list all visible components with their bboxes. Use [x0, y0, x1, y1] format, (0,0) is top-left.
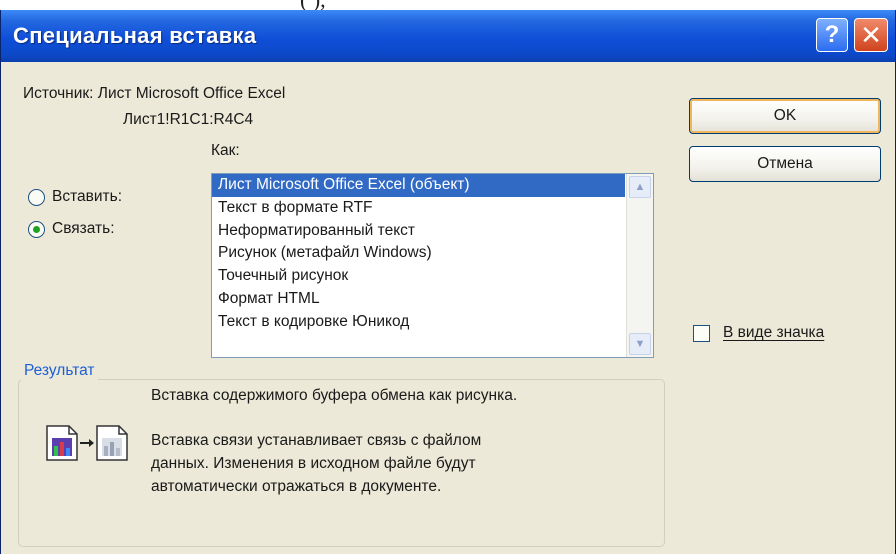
radio-link-button[interactable] [28, 221, 45, 238]
scroll-up-button[interactable]: ▲ [629, 176, 651, 198]
close-icon: ✕ [860, 19, 882, 50]
linked-picture-icon [96, 425, 128, 461]
source-label: Источник: Лист Microsoft Office Excel [23, 85, 286, 102]
format-list-item[interactable]: Точечный рисунок [212, 265, 625, 288]
help-button[interactable]: ? [816, 18, 848, 52]
help-icon: ? [824, 21, 840, 48]
format-list-item[interactable]: Неформатированный текст [212, 220, 625, 243]
as-icon-label: В виде значка [723, 324, 825, 341]
format-list-item[interactable]: Текст в кодировке Юникод [212, 311, 625, 334]
format-list-item[interactable]: Текст в формате RTF [212, 197, 625, 220]
paste-special-dialog: Специальная вставка ? ✕ Источник: Лист M… [0, 10, 896, 554]
result-line: автоматически отражаться в документе. [151, 478, 442, 495]
result-line: данных. Изменения в исходном файле будут [151, 455, 476, 472]
cancel-button[interactable]: Отмена [689, 146, 881, 182]
listbox-scrollbar[interactable]: ▲ ▼ [626, 174, 653, 357]
close-button[interactable]: ✕ [854, 18, 888, 52]
format-list-item[interactable]: Рисунок (метафайл Windows) [212, 242, 625, 265]
result-title: Результат [21, 362, 98, 380]
dialog-title: Специальная вставка [13, 23, 257, 48]
chevron-down-icon: ▼ [634, 338, 646, 350]
arrow-right-icon [80, 439, 94, 447]
scroll-down-button[interactable]: ▼ [629, 333, 651, 355]
paste-link-icon [46, 425, 128, 461]
as-icon-checkbox[interactable] [693, 325, 710, 342]
result-line: Вставка связи устанавливает связь с файл… [151, 432, 482, 449]
radio-selected-dot [33, 226, 40, 233]
ok-button[interactable]: OK [689, 98, 881, 134]
format-listbox[interactable]: Лист Microsoft Office Excel (объект) Тек… [211, 173, 654, 358]
radio-paste-label: Вставить: [52, 188, 123, 205]
as-label: Как: [211, 142, 240, 159]
result-line: Вставка содержимого буфера обмена как ри… [151, 387, 518, 404]
format-list-item[interactable]: Лист Microsoft Office Excel (объект) [212, 174, 625, 197]
source-range: Лист1!R1C1:R4C4 [123, 111, 254, 128]
source-picture-icon [46, 425, 78, 461]
format-list-item[interactable]: Формат HTML [212, 288, 625, 311]
radio-link-label: Связать: [52, 220, 115, 237]
title-bar[interactable]: Специальная вставка ? ✕ [1, 10, 895, 62]
chevron-up-icon: ▲ [634, 181, 646, 193]
radio-paste-button[interactable] [28, 189, 45, 206]
